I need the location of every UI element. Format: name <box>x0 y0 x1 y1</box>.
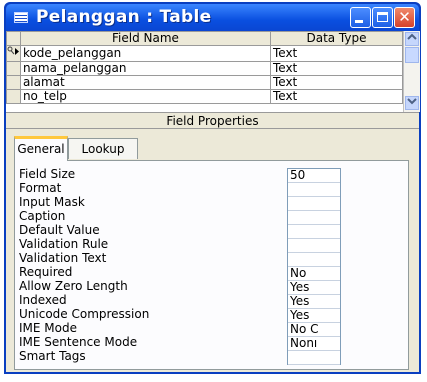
field-properties-pane: General Lookup Field Size Format Input M… <box>6 129 419 372</box>
tab-general[interactable]: General <box>14 136 68 161</box>
property-label: Indexed <box>19 293 67 307</box>
table-row[interactable]: kode_pelanggan Text <box>6 45 404 62</box>
property-label: IME Mode <box>19 321 77 335</box>
close-icon: ✕ <box>398 8 411 26</box>
property-label: Unicode Compression <box>19 307 150 321</box>
field-name-cell[interactable]: kode_pelanggan <box>19 45 271 62</box>
property-value-validation-text[interactable] <box>288 253 340 267</box>
property-label: Required <box>19 265 73 279</box>
property-value-ime-mode[interactable]: No C <box>288 323 340 337</box>
field-name-header[interactable]: Field Name <box>19 31 271 46</box>
property-label: Smart Tags <box>19 349 86 363</box>
data-type-cell[interactable]: Text <box>269 61 404 76</box>
property-value-input-mask[interactable] <box>288 197 340 211</box>
window-title: Pelanggan : Table <box>36 7 212 27</box>
table-icon <box>14 12 28 23</box>
tab-lookup[interactable]: Lookup <box>68 138 138 159</box>
maximize-button[interactable] <box>372 7 393 28</box>
property-value-allow-zero-length[interactable]: Yes <box>288 281 340 295</box>
property-label: Validation Rule <box>19 237 109 251</box>
property-label: Input Mask <box>19 195 85 209</box>
chevron-down-icon <box>407 98 417 105</box>
property-label: Caption <box>19 209 66 223</box>
row-selector[interactable] <box>6 89 21 104</box>
maximize-icon <box>377 12 388 22</box>
field-name-cell[interactable]: alamat <box>19 75 271 90</box>
property-value-required[interactable]: No <box>288 267 340 281</box>
data-type-cell[interactable]: Text <box>269 75 404 90</box>
property-value-ime-sentence-mode[interactable]: Nonı <box>288 337 340 351</box>
property-label: Format <box>19 181 62 195</box>
property-label: Allow Zero Length <box>19 279 128 293</box>
row-selector[interactable] <box>6 75 21 90</box>
property-label: Validation Text <box>19 251 107 265</box>
property-value-smart-tags[interactable] <box>288 351 340 365</box>
row-selector-header[interactable] <box>6 31 21 46</box>
property-label: Default Value <box>19 223 100 237</box>
minimize-button[interactable] <box>350 7 371 28</box>
data-type-cell[interactable]: Text <box>269 89 404 104</box>
scroll-thumb[interactable] <box>405 47 419 63</box>
property-label: Field Size <box>19 167 76 181</box>
row-selector[interactable] <box>6 61 21 76</box>
title-bar[interactable]: Pelanggan : Table ✕ <box>6 4 419 31</box>
key-arrow-icon <box>7 46 19 55</box>
general-properties-panel: Field Size Format Input Mask Caption Def… <box>14 160 409 370</box>
property-value-default-value[interactable] <box>288 225 340 239</box>
property-value-validation-rule[interactable] <box>288 239 340 253</box>
table-design-window: Pelanggan : Table ✕ Field Name Data Type <box>4 2 421 374</box>
chevron-up-icon <box>407 33 417 40</box>
property-value-unicode-compression[interactable]: Yes <box>288 309 340 323</box>
property-value-indexed[interactable]: Yes <box>288 295 340 309</box>
table-row[interactable]: no_telp Text <box>6 89 404 104</box>
field-properties-header: Field Properties <box>6 112 419 129</box>
close-button[interactable]: ✕ <box>394 7 415 28</box>
data-type-header[interactable]: Data Type <box>269 31 404 46</box>
property-label: IME Sentence Mode <box>19 335 138 349</box>
table-row[interactable]: nama_pelanggan Text <box>6 61 404 76</box>
property-values-column: 50 No Yes Yes Yes No C Nonı <box>287 168 341 365</box>
field-name-cell[interactable]: no_telp <box>19 89 271 104</box>
scroll-down-button[interactable] <box>405 96 419 110</box>
scroll-up-button[interactable] <box>405 32 419 46</box>
vertical-scrollbar[interactable] <box>403 31 420 112</box>
data-type-cell[interactable]: Text <box>269 45 404 62</box>
minimize-icon <box>355 20 363 23</box>
field-grid-area: Field Name Data Type kode_pelanggan Text… <box>6 31 420 112</box>
property-value-caption[interactable] <box>288 211 340 225</box>
grid-header-row: Field Name Data Type <box>6 31 404 46</box>
field-grid: Field Name Data Type kode_pelanggan Text… <box>6 31 404 104</box>
property-value-format[interactable] <box>288 183 340 197</box>
row-selector[interactable] <box>6 45 21 62</box>
field-name-cell[interactable]: nama_pelanggan <box>19 61 271 76</box>
table-row[interactable]: alamat Text <box>6 75 404 90</box>
property-value-field-size[interactable]: 50 <box>288 169 340 183</box>
